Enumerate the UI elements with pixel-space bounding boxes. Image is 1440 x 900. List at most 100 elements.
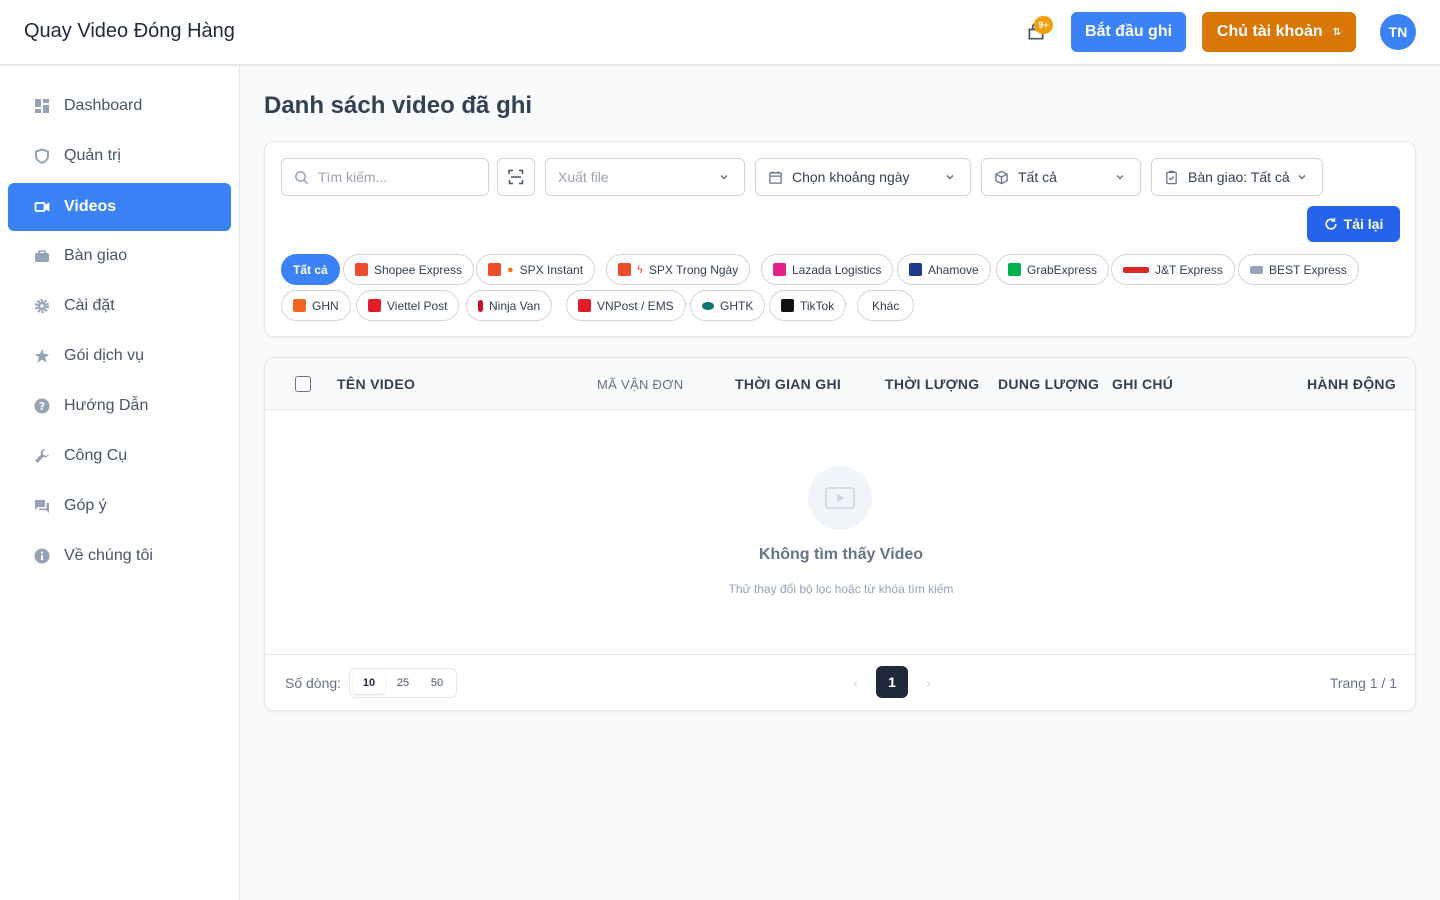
chip-best-express[interactable]: BEST Express <box>1238 254 1359 285</box>
scan-icon <box>508 169 524 185</box>
chip-shopee-express[interactable]: Shopee Express <box>343 254 475 285</box>
app-title: Quay Video Đóng Hàng <box>24 20 235 42</box>
rows-option-25[interactable]: 25 <box>387 672 419 694</box>
current-page-button[interactable]: 1 <box>876 666 908 698</box>
reload-button[interactable]: Tải lại <box>1307 206 1400 242</box>
prev-page-button[interactable]: ‹ <box>853 675 858 691</box>
tiktok-logo-icon <box>781 299 794 312</box>
sidebar-item-plans[interactable]: Gói dịch vụ <box>8 332 231 380</box>
clipboard-icon <box>1166 170 1177 184</box>
sidebar-item-label: Gói dịch vụ <box>64 347 145 364</box>
filter-panel: Tìm kiếm... Xuất file Chọn khoảng ngày T… <box>264 141 1416 337</box>
date-range-picker[interactable]: Chọn khoảng ngày <box>755 158 971 196</box>
chevron-down-icon <box>720 174 728 180</box>
handover-select[interactable]: Bàn giao: Tất cả <box>1151 158 1323 196</box>
chip-lazada-logistics[interactable]: Lazada Logistics <box>761 254 894 285</box>
sidebar-item-videos[interactable]: Videos <box>8 183 231 231</box>
select-all-checkbox[interactable] <box>295 376 311 392</box>
sidebar-item-label: Bàn giao <box>64 247 128 264</box>
top-header: Quay Video Đóng Hàng 9+ Bắt đầu ghi Chủ … <box>0 0 1440 66</box>
sidebar-item-admin[interactable]: Quản trị <box>8 132 231 180</box>
chip-label: VNPost / EMS <box>597 298 674 313</box>
page-info: Trang 1 / 1 <box>1329 675 1397 691</box>
account-owner-button[interactable]: Chủ tài khoản ⇅ <box>1202 12 1356 52</box>
chip-label: TikTok <box>800 298 835 313</box>
chip-ninja-van[interactable]: Ninja Van <box>466 290 553 321</box>
chip-label: Khác <box>872 298 900 313</box>
chip-jt-express[interactable]: J&T Express <box>1111 254 1235 285</box>
chip-spx-same-day[interactable]: ϟ SPX Trong Ngày <box>606 254 751 285</box>
chip-grabexpress[interactable]: GrabExpress <box>996 254 1110 285</box>
sidebar-item-dashboard[interactable]: Dashboard <box>8 82 231 130</box>
sidebar-item-guide[interactable]: ? Hướng Dẫn <box>8 382 231 430</box>
chip-label: Ninja Van <box>489 298 541 313</box>
chip-label: Lazada Logistics <box>792 262 882 277</box>
chip-label: Ahamove <box>928 262 979 277</box>
table-header: TÊN VIDEO MÃ VẬN ĐƠN THỜI GIAN GHI THỜI … <box>265 358 1415 410</box>
ghn-logo-icon <box>293 299 306 312</box>
chip-tiktok[interactable]: TikTok <box>769 290 847 321</box>
shopee-logo-icon <box>355 263 368 276</box>
rows-per-page-label: Số dòng: <box>285 675 342 691</box>
lightning-icon: ϟ <box>637 263 643 276</box>
col-note: GHI CHÚ <box>1112 376 1174 392</box>
swap-icon: ⇅ <box>1332 26 1342 38</box>
package-icon <box>995 170 1008 184</box>
start-record-button[interactable]: Bắt đầu ghi <box>1071 12 1186 52</box>
sidebar-item-settings[interactable]: Cài đặt <box>8 282 231 330</box>
handover-label: Bàn giao: Tất cả <box>1188 169 1290 185</box>
chevron-down-icon <box>1116 174 1124 180</box>
sidebar-item-handover[interactable]: Bàn giao <box>8 232 231 280</box>
status-label: Tất cả <box>1018 169 1057 185</box>
chip-label: GrabExpress <box>1027 262 1098 277</box>
sidebar-item-about[interactable]: Về chúng tôi <box>8 532 231 580</box>
briefcase-icon <box>34 248 50 264</box>
search-icon <box>295 170 309 184</box>
sidebar-item-tools[interactable]: Công Cụ <box>8 432 231 480</box>
sidebar-item-label: Cài đặt <box>64 297 115 314</box>
ghtk-logo-icon <box>702 301 714 310</box>
next-page-button[interactable]: › <box>926 675 931 691</box>
grab-logo-icon <box>1008 263 1021 276</box>
export-placeholder: Xuất file <box>558 169 609 185</box>
col-record-time[interactable]: THỜI GIAN GHI <box>735 376 841 392</box>
chip-vnpost-ems[interactable]: VNPost / EMS <box>566 290 686 321</box>
best-logo-icon <box>1250 265 1263 274</box>
chip-label: SPX Instant <box>519 262 584 277</box>
wrench-icon <box>34 448 50 464</box>
vnpost-logo-icon <box>578 299 591 312</box>
chip-spx-instant[interactable]: ● SPX Instant <box>476 254 596 285</box>
feedback-icon <box>34 498 50 514</box>
empty-state-subtitle: Thử thay đổi bộ lọc hoặc từ khóa tìm kiế… <box>728 582 954 596</box>
sidebar-item-feedback[interactable]: Góp ý <box>8 482 231 530</box>
chip-ahamove[interactable]: Ahamove <box>897 254 991 285</box>
col-tracking-code[interactable]: MÃ VẬN ĐƠN <box>597 377 683 392</box>
status-select[interactable]: Tất cả <box>981 158 1141 196</box>
page-title: Danh sách video đã ghi <box>264 92 533 119</box>
chip-other[interactable]: Khác <box>857 290 915 321</box>
col-duration[interactable]: THỜI LƯỢNG <box>885 376 980 392</box>
scan-button[interactable] <box>497 158 535 196</box>
refresh-icon <box>1325 217 1337 230</box>
chevron-down-icon <box>946 174 954 180</box>
col-file-size[interactable]: DUNG LƯỢNG <box>998 376 1099 392</box>
video-icon <box>34 199 50 215</box>
star-icon <box>34 348 50 364</box>
calendar-icon <box>769 170 782 184</box>
spx-logo-icon <box>618 263 631 276</box>
chip-ghn[interactable]: GHN <box>281 290 351 321</box>
user-avatar[interactable]: TN <box>1380 14 1416 50</box>
rows-option-10[interactable]: 10 <box>353 672 385 694</box>
rows-option-50[interactable]: 50 <box>421 672 453 694</box>
export-select[interactable]: Xuất file <box>545 158 745 196</box>
search-input[interactable]: Tìm kiếm... <box>281 158 489 196</box>
chip-all[interactable]: Tất cả <box>281 254 340 285</box>
chip-viettel-post[interactable]: Viettel Post <box>356 290 460 321</box>
col-video-name[interactable]: TÊN VIDEO <box>337 376 415 392</box>
chip-label: GHN <box>312 298 339 313</box>
spx-logo-icon <box>488 263 501 276</box>
chip-ghtk[interactable]: GHTK <box>690 290 766 321</box>
shield-icon <box>34 148 50 164</box>
chip-label: Shopee Express <box>374 262 463 277</box>
svg-text:?: ? <box>39 400 45 413</box>
